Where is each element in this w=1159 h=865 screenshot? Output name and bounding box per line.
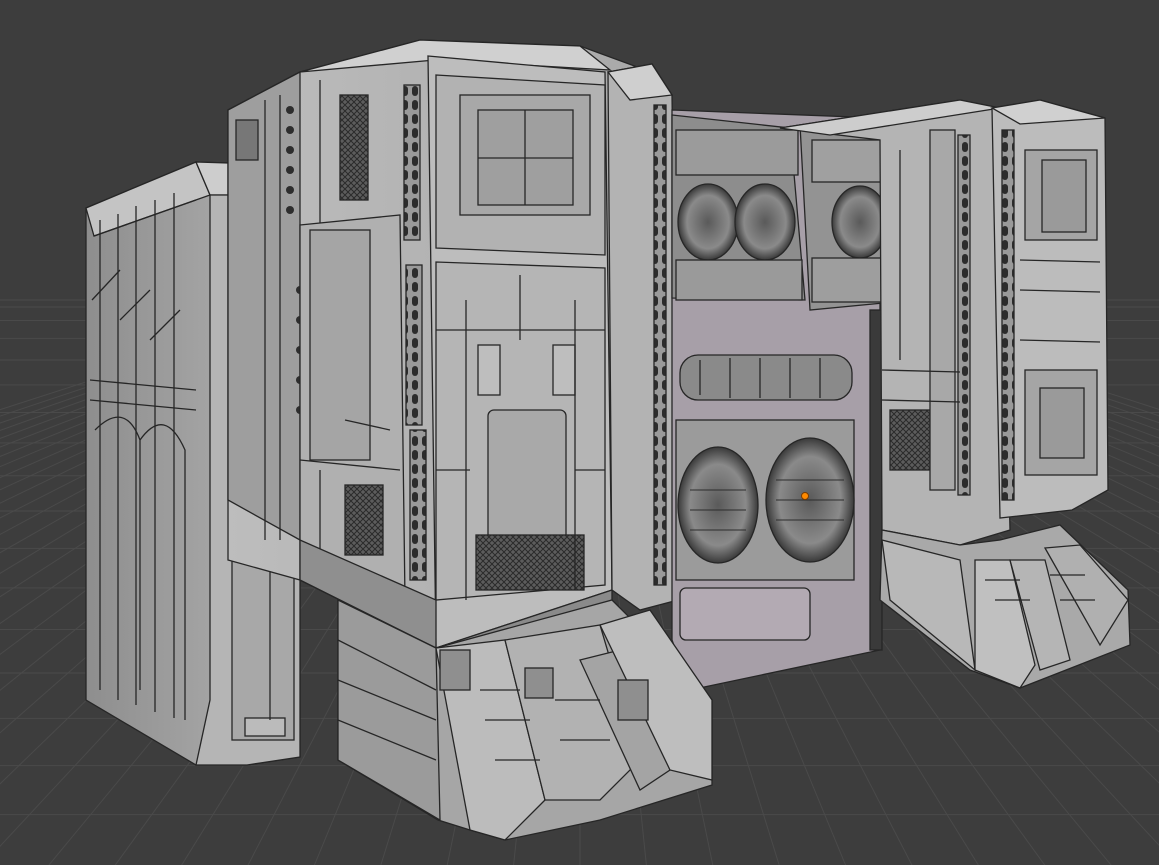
right-feet [879,524,1131,689]
main-feet [337,598,713,841]
main-tower [227,39,641,661]
3d-viewport[interactable] [0,0,1159,865]
object-origin-marker [801,492,809,500]
narrow-column [606,63,679,611]
scene-canvas[interactable] [0,0,1159,865]
